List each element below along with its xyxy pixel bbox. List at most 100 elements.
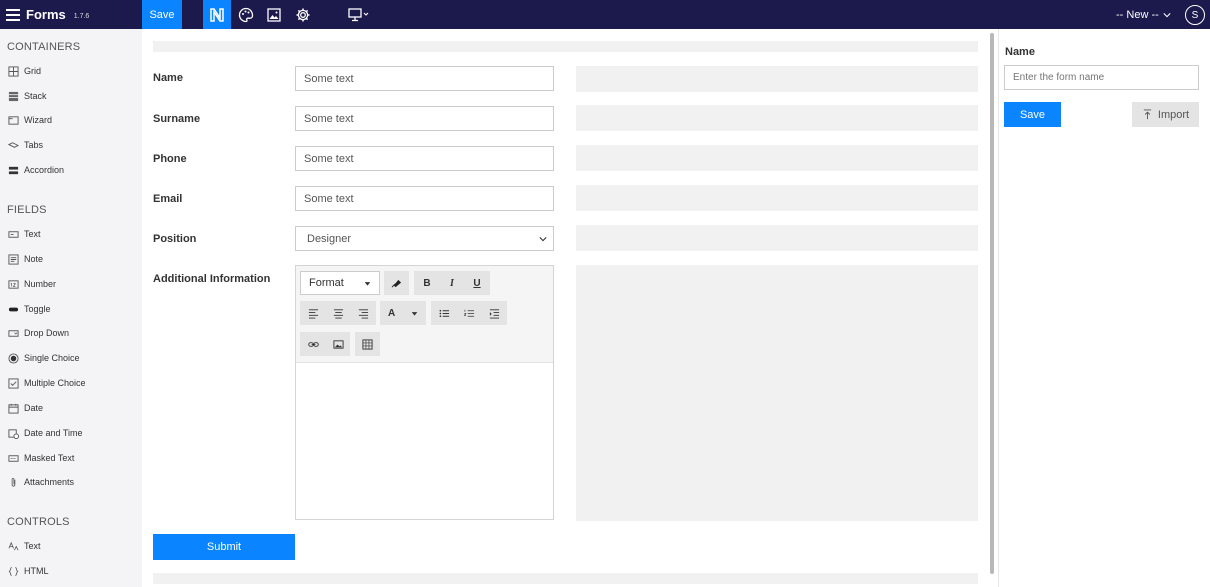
- sidebar-item-date-and-time[interactable]: Date and Time: [7, 425, 83, 441]
- palette-icon[interactable]: [232, 0, 260, 29]
- submit-button[interactable]: Submit: [153, 534, 295, 560]
- sidebar-item-label: Toggle: [24, 304, 51, 314]
- sidebar-item-accordion[interactable]: Accordion: [7, 162, 64, 178]
- indent-icon: [489, 308, 499, 319]
- sidebar-item-grid[interactable]: Grid: [7, 63, 41, 79]
- save-form-button[interactable]: Save: [1004, 102, 1061, 127]
- text-field-icon: [7, 228, 19, 240]
- sidebar-item-label: Date and Time: [24, 428, 83, 438]
- app-name: Forms: [26, 7, 66, 22]
- name-input[interactable]: Some text: [295, 66, 554, 91]
- sidebar-item-tabs[interactable]: Tabs: [7, 137, 43, 153]
- form-name-input[interactable]: [1004, 65, 1199, 90]
- grid-icon: [7, 65, 19, 77]
- align-center-icon: [333, 308, 343, 319]
- numbered-list-button[interactable]: [457, 301, 481, 325]
- device-preview-icon[interactable]: [342, 0, 374, 29]
- insert-image-button[interactable]: [326, 332, 350, 356]
- sidebar-item-stack[interactable]: Stack: [7, 88, 47, 104]
- accordion-icon: [7, 164, 19, 176]
- image-icon[interactable]: [260, 0, 288, 29]
- sidebar-item-multiple-choice[interactable]: Multiple Choice: [7, 375, 86, 391]
- rich-text-editor[interactable]: Format B I U A: [295, 265, 554, 520]
- surname-label: Surname: [153, 113, 201, 125]
- sidebar-item-label: Date: [24, 403, 44, 413]
- sidebar-item-html[interactable]: HTML: [7, 563, 49, 579]
- brand: Forms 1.7.6: [6, 0, 89, 29]
- empty-cell[interactable]: [576, 145, 978, 171]
- form-designer-icon[interactable]: [203, 0, 231, 29]
- sidebar-item-single-choice[interactable]: Single Choice: [7, 350, 80, 366]
- app-version: 1.7.6: [73, 12, 90, 20]
- bullet-list-icon: [439, 309, 449, 317]
- align-right-button[interactable]: [351, 301, 375, 325]
- empty-cell[interactable]: [576, 105, 978, 131]
- sidebar-item-toggle[interactable]: Toggle: [7, 301, 51, 317]
- sidebar-item-label: Number: [24, 279, 57, 289]
- sidebar-item-masked-text[interactable]: Masked Text: [7, 450, 74, 466]
- format-dropdown[interactable]: Format: [300, 271, 380, 295]
- insert-table-button[interactable]: [355, 332, 380, 356]
- tabs-icon: [7, 139, 19, 151]
- sidebar-item-drop-down[interactable]: Drop Down: [7, 325, 69, 341]
- insert-link-button[interactable]: [301, 332, 325, 356]
- phone-input[interactable]: Some text: [295, 146, 554, 171]
- toggle-icon: [7, 303, 19, 315]
- sidebar-item-label: Wizard: [24, 115, 53, 125]
- settings-gear-icon[interactable]: [289, 0, 317, 29]
- note-icon: [7, 253, 19, 265]
- text-control-icon: [7, 540, 19, 552]
- position-select[interactable]: Designer: [295, 226, 554, 251]
- masked-text-icon: [7, 452, 19, 464]
- sidebar-item-text-control[interactable]: Text: [7, 538, 41, 554]
- format-dropdown-label: Format: [309, 277, 344, 289]
- empty-cell[interactable]: [576, 225, 978, 251]
- empty-cell[interactable]: [576, 265, 978, 521]
- bullet-list-button[interactable]: [432, 301, 456, 325]
- sidebar-item-label: Text: [24, 229, 41, 239]
- avatar[interactable]: S: [1185, 5, 1205, 25]
- underline-button[interactable]: U: [466, 271, 488, 295]
- editor-content-area[interactable]: [296, 363, 553, 519]
- top-save-button[interactable]: Save: [142, 0, 182, 29]
- sidebar-item-label: Single Choice: [24, 353, 80, 363]
- align-center-button[interactable]: [326, 301, 350, 325]
- clear-format-button[interactable]: [384, 271, 409, 295]
- new-dropdown[interactable]: -- New --: [1116, 0, 1171, 29]
- code-braces-icon: [7, 565, 19, 577]
- number-icon: [7, 278, 19, 290]
- bold-button[interactable]: B: [416, 271, 438, 295]
- numbered-list-icon: [463, 309, 474, 317]
- empty-cell[interactable]: [576, 185, 978, 211]
- caret-down-icon: [364, 281, 371, 286]
- italic-button[interactable]: I: [441, 271, 463, 295]
- sidebar-item-attachments[interactable]: Attachments: [7, 474, 74, 490]
- drop-zone-top[interactable]: [153, 41, 978, 52]
- surname-input[interactable]: Some text: [295, 106, 554, 131]
- sidebar-item-wizard[interactable]: Wizard: [7, 112, 52, 128]
- upload-icon: [1143, 109, 1152, 120]
- sidebar-item-label: Note: [24, 254, 44, 264]
- canvas-scrollbar[interactable]: [990, 33, 994, 574]
- email-input[interactable]: Some text: [295, 186, 554, 211]
- menu-icon[interactable]: [6, 8, 20, 21]
- sidebar-item-date[interactable]: Date: [7, 400, 43, 416]
- font-color-label: A: [387, 307, 396, 319]
- sidebar-item-label: Stack: [24, 91, 47, 101]
- font-color-button[interactable]: A: [380, 301, 426, 325]
- email-label: Email: [153, 193, 183, 205]
- position-label: Position: [153, 233, 197, 245]
- additional-information-label: Additional Information: [153, 273, 271, 285]
- drop-zone-bottom[interactable]: [153, 573, 978, 584]
- sidebar-item-text[interactable]: Text: [7, 226, 41, 242]
- sidebar-item-note[interactable]: Note: [7, 251, 43, 267]
- position-select-value: Designer: [307, 232, 352, 245]
- indent-button[interactable]: [482, 301, 506, 325]
- checkbox-icon: [7, 377, 19, 389]
- empty-cell[interactable]: [576, 66, 978, 92]
- import-button[interactable]: Import: [1132, 102, 1199, 127]
- phone-label: Phone: [153, 153, 187, 165]
- align-left-button[interactable]: [301, 301, 325, 325]
- sidebar-item-label: Text: [24, 541, 41, 551]
- sidebar-item-number[interactable]: Number: [7, 276, 56, 292]
